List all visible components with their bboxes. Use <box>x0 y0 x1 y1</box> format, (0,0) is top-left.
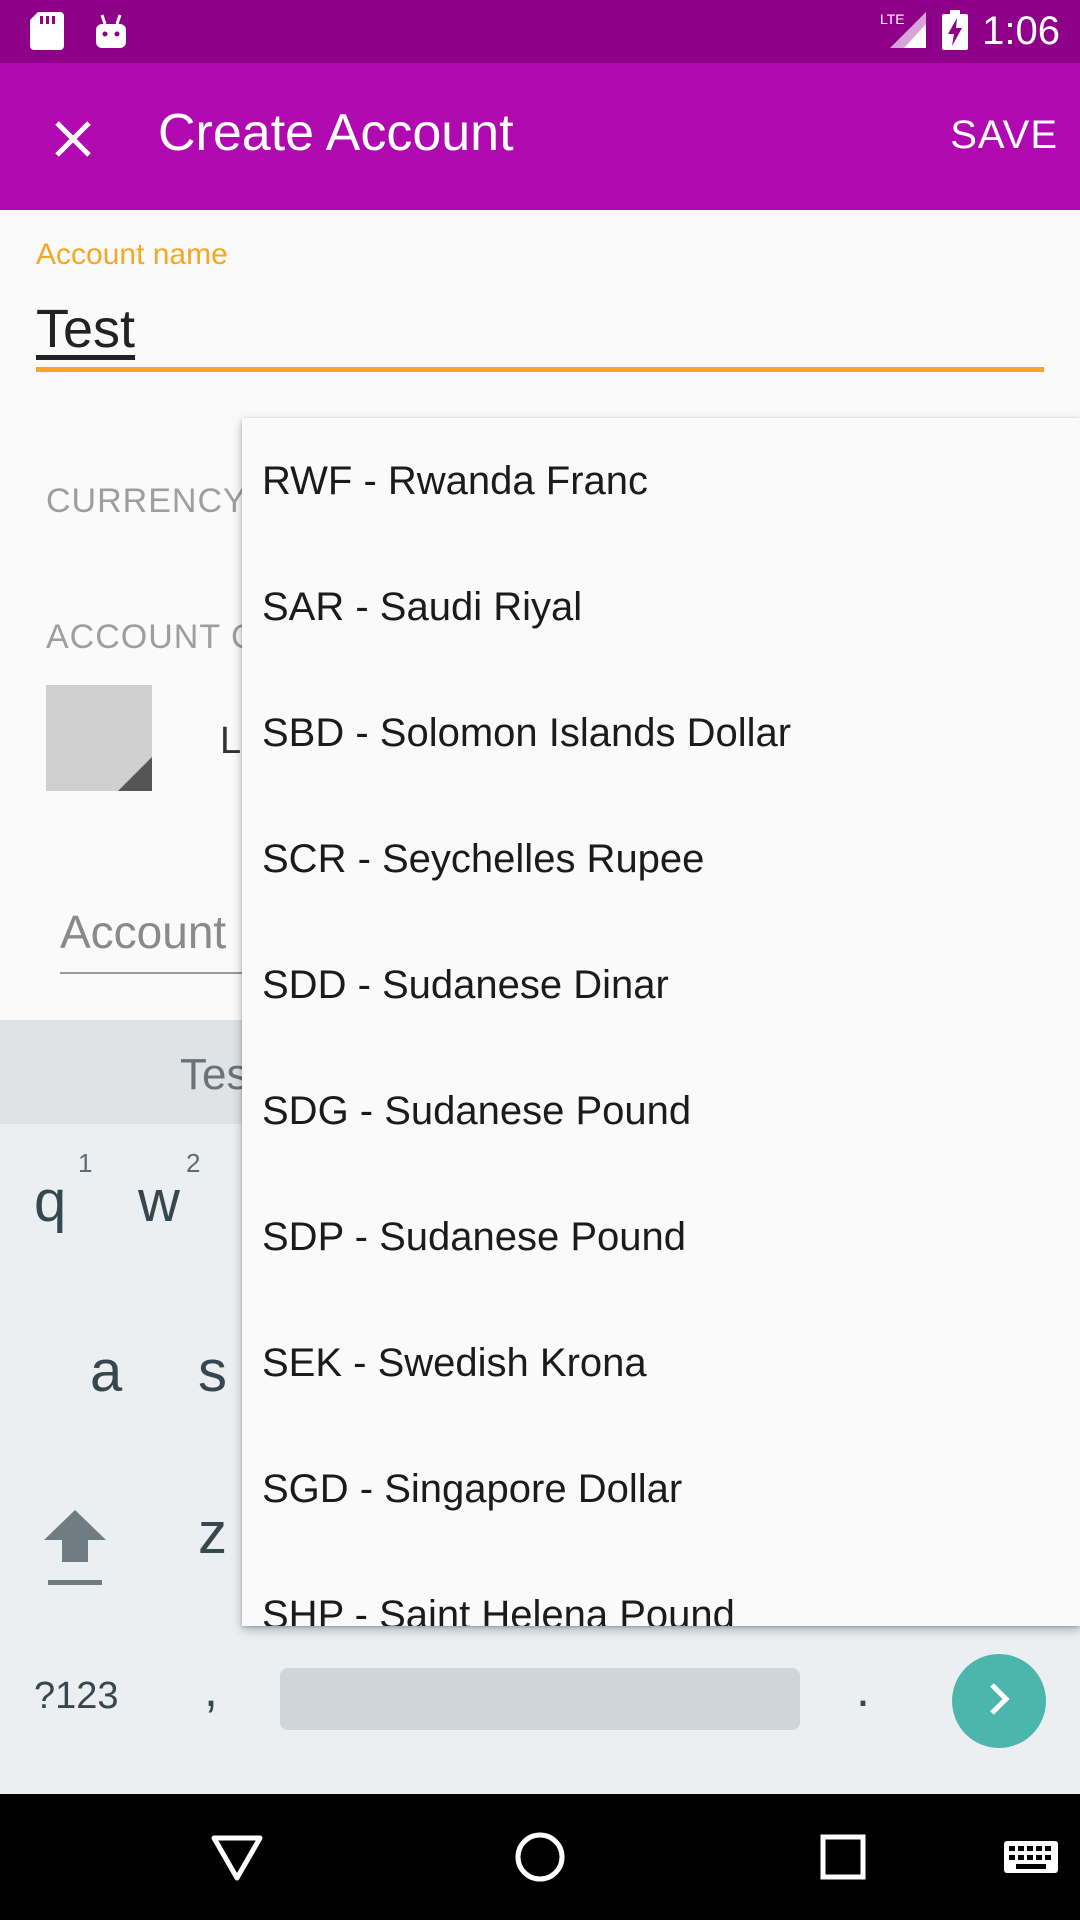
currency-option[interactable]: SHP - Saint Helena Pound <box>242 1552 1080 1627</box>
comma-key[interactable]: , <box>204 1660 218 1718</box>
key-w[interactable]: w 2 <box>138 1148 200 1235</box>
suggestion-word[interactable]: Tes <box>180 1050 248 1100</box>
status-time: 1:06 <box>982 9 1060 53</box>
account-color-label: ACCOUNT C <box>46 618 257 656</box>
app-toolbar: Create Account SAVE <box>0 63 1080 210</box>
key-a[interactable]: a <box>90 1338 122 1405</box>
close-icon[interactable] <box>44 110 102 168</box>
spacebar[interactable] <box>280 1668 800 1730</box>
system-nav-bar <box>0 1794 1080 1920</box>
account-color-swatch[interactable] <box>46 685 152 791</box>
period-key[interactable]: . <box>856 1660 870 1718</box>
shift-key[interactable] <box>42 1500 108 1600</box>
back-icon[interactable] <box>204 1824 270 1890</box>
save-button[interactable]: SAVE <box>950 113 1058 158</box>
chevron-right-icon <box>984 1679 1014 1723</box>
recents-icon[interactable] <box>810 1824 876 1890</box>
account-color-text: L <box>220 720 242 762</box>
key-q[interactable]: q 1 <box>34 1148 92 1235</box>
signal-icon: LTE <box>880 10 928 54</box>
currency-option[interactable]: SBD - Solomon Islands Dollar <box>242 670 1080 796</box>
currency-option[interactable]: SDP - Sudanese Pound <box>242 1174 1080 1300</box>
currency-option[interactable]: RWF - Rwanda Franc <box>242 418 1080 544</box>
android-icon <box>94 12 128 54</box>
account-name-label: Account name <box>36 238 228 271</box>
next-key[interactable] <box>952 1654 1046 1748</box>
battery-charging-icon <box>942 9 969 54</box>
currency-option[interactable]: SCR - Seychelles Rupee <box>242 796 1080 922</box>
svg-text:LTE: LTE <box>880 11 905 27</box>
currency-label: CURRENCY <box>46 482 247 520</box>
account-name-underline <box>36 367 1044 372</box>
key-z[interactable]: z <box>198 1500 227 1567</box>
key-s[interactable]: s <box>198 1338 227 1405</box>
screen: LTE 1:06 Create Account SAVE Account nam… <box>0 0 1080 1920</box>
symbols-key[interactable]: ?123 <box>34 1675 119 1718</box>
currency-option[interactable]: SDD - Sudanese Dinar <box>242 922 1080 1048</box>
currency-dropdown[interactable]: RWF - Rwanda Franc SAR - Saudi Riyal SBD… <box>242 418 1080 1626</box>
status-bar: LTE 1:06 <box>0 0 1080 63</box>
home-icon[interactable] <box>507 1824 573 1890</box>
keyboard-icon[interactable] <box>998 1824 1064 1890</box>
currency-option[interactable]: SAR - Saudi Riyal <box>242 544 1080 670</box>
page-title: Create Account <box>158 104 514 162</box>
currency-option[interactable]: SDG - Sudanese Pound <box>242 1048 1080 1174</box>
account-field[interactable]: Account <box>60 905 226 959</box>
currency-option[interactable]: SEK - Swedish Krona <box>242 1300 1080 1426</box>
sd-card-icon <box>30 12 64 54</box>
account-name-field[interactable]: Test <box>36 298 135 360</box>
currency-option[interactable]: SGD - Singapore Dollar <box>242 1426 1080 1552</box>
